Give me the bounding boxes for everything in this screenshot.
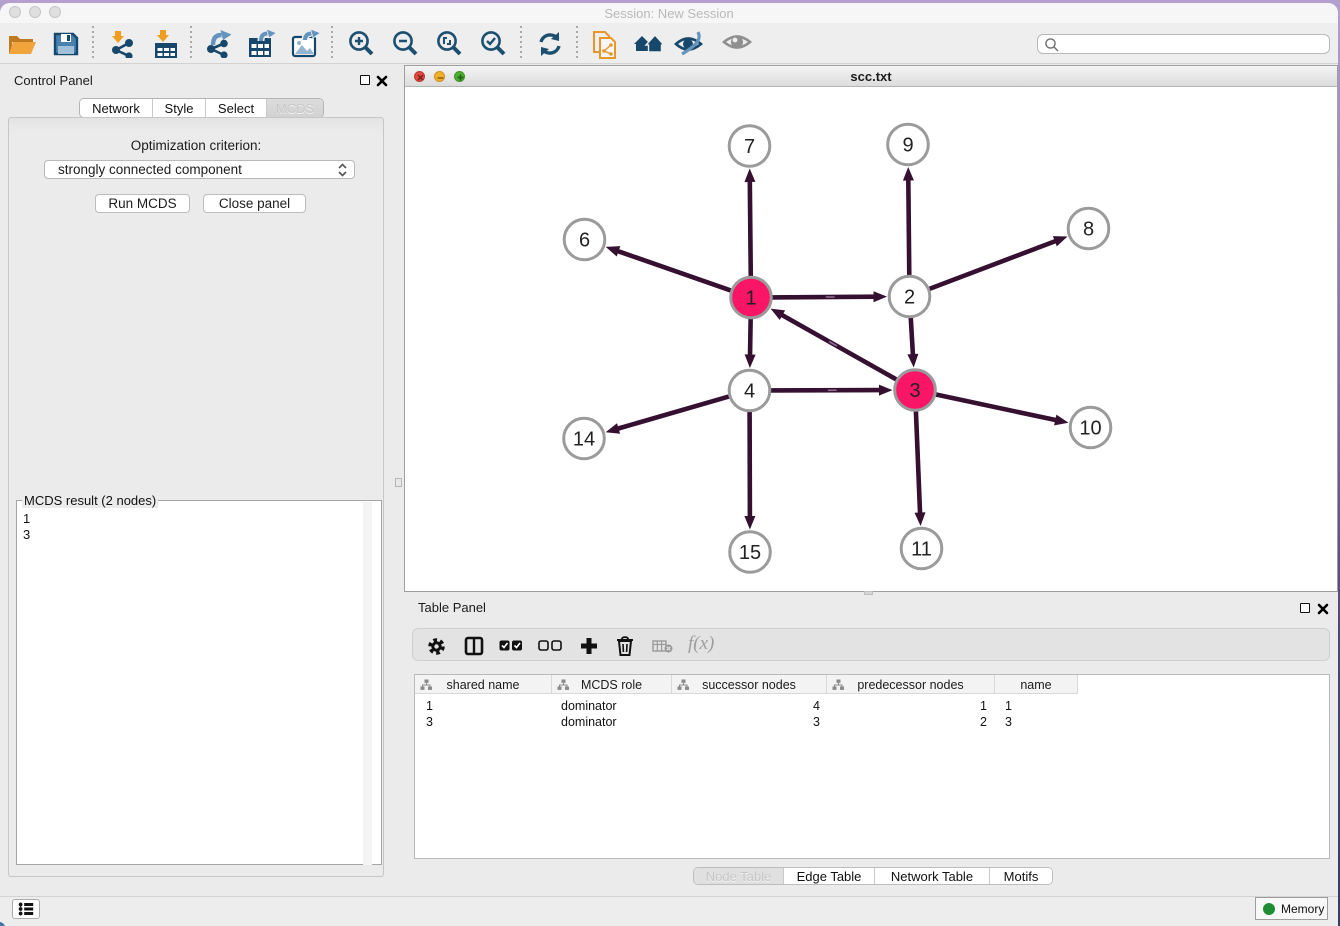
svg-text:7: 7: [744, 136, 755, 158]
svg-text:3: 3: [909, 380, 920, 402]
svg-text:8: 8: [1083, 219, 1094, 241]
svg-text:2: 2: [904, 287, 915, 309]
svg-text:14: 14: [573, 429, 595, 451]
svg-text:6: 6: [579, 230, 590, 252]
svg-text:11: 11: [911, 539, 932, 561]
svg-text:9: 9: [902, 135, 913, 157]
svg-text:1: 1: [745, 288, 756, 310]
svg-text:15: 15: [739, 542, 761, 564]
svg-text:4: 4: [744, 381, 755, 403]
svg-text:10: 10: [1079, 418, 1101, 440]
